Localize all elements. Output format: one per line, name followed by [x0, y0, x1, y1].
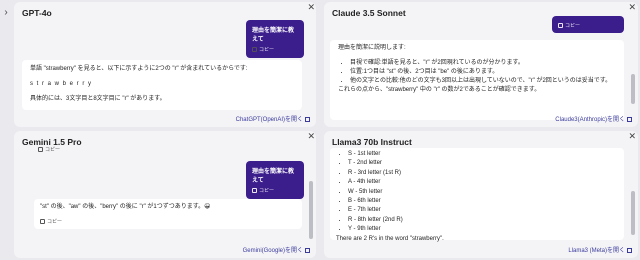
copy-button[interactable]: コピー [558, 22, 618, 29]
answer-conclusion: There are 2 R's in the word "strawberry"… [336, 235, 444, 242]
assistant-message: 理由を簡潔に説明します: 目視で確認:単語を見ると、"r" が2回現れているのが… [330, 40, 624, 120]
assistant-message: S - 1st letter T - 2nd letter R - 3rd le… [330, 148, 624, 242]
copy-icon [558, 23, 563, 28]
user-message: コピー [552, 16, 624, 33]
answer-list: S - 1st letter T - 2nd letter R - 3rd le… [336, 150, 618, 235]
assistant-message: "st" の後、"aw" の後、"berry" の後に "r" が1つずつありま… [34, 199, 302, 229]
external-link-icon [305, 117, 310, 122]
answer-line: s t r a w b e r r y [30, 81, 93, 87]
open-chatgpt-link[interactable]: ChatGPT(OpenAI)を開く [236, 114, 310, 123]
assistant-message: 単語 "strawberry" を見ると、以下に示すように2つの "r" が含ま… [22, 60, 302, 110]
answer-line: 具体的には、3文字目と8文字目に "r" があります。 [30, 96, 166, 102]
list-item: 他の文字との比較:他のどの文字も3回以上は出現していないので、"r" が2回とい… [350, 77, 616, 86]
panel-gemini: Gemini 1.5 Pro ✕ コピー 理由を簡潔に教えて コピー "st" … [14, 131, 316, 258]
list-item: W - 5th letter [348, 188, 618, 197]
close-icon[interactable]: ✕ [628, 131, 636, 141]
panel-claude: Claude 3.5 Sonnet ✕ コピー 理由を簡潔に説明します: 目視で… [324, 2, 638, 127]
copy-icon [38, 147, 43, 152]
list-item: R - 3rd letter (1st R) [348, 169, 618, 178]
open-llama-link[interactable]: Llama3 (Meta)を開く [568, 245, 632, 254]
panel-title: Llama3 70b Instruct [332, 137, 412, 147]
user-message-text: 理由を簡潔に教えて [252, 169, 295, 184]
list-item: Y - 9th letter [348, 225, 618, 234]
list-item: R - 8th letter (2nd R) [348, 216, 618, 225]
chevron-right-icon: › [4, 6, 8, 18]
copy-icon [40, 219, 45, 224]
expand-sidebar-button[interactable]: › [0, 0, 12, 24]
answer-list: 目視で確認:単語を見ると、"r" が2回現れているのが分かります。 位置:1つ目… [338, 59, 616, 86]
panel-title: Claude 3.5 Sonnet [332, 8, 406, 18]
copy-button[interactable]: コピー [252, 46, 298, 53]
scrollbar[interactable] [309, 181, 313, 239]
user-message: 理由を簡潔に教えて コピー [246, 161, 304, 199]
answer-intro: 理由を簡潔に説明します: [338, 45, 406, 51]
list-item: T - 2nd letter [348, 159, 618, 168]
answer-conclusion: これらの点から、"strawberry" 中の "r" の数が2であることが確認… [338, 87, 541, 93]
copy-icon [252, 47, 257, 52]
close-icon[interactable]: ✕ [307, 131, 315, 141]
scrollbar[interactable] [631, 191, 635, 235]
copy-icon [252, 188, 257, 193]
open-claude-link[interactable]: Claude3(Anthropic)を開く [555, 114, 632, 123]
list-item: 目視で確認:単語を見ると、"r" が2回現れているのが分かります。 [350, 59, 616, 68]
list-item: A - 4th letter [348, 178, 618, 187]
panel-llama: Llama3 70b Instruct ✕ S - 1st letter T -… [324, 131, 638, 258]
list-item: E - 7th letter [348, 206, 618, 215]
copy-button[interactable]: コピー [40, 218, 296, 227]
panel-title: GPT-4o [22, 8, 52, 18]
close-icon[interactable]: ✕ [628, 2, 636, 12]
list-item: 位置:1つ目は "st" の後、2つ目は "be" の後にあります。 [350, 68, 616, 77]
user-message: 理由を簡潔に教えて コピー [246, 20, 304, 58]
copy-button[interactable]: コピー [252, 187, 298, 194]
answer-text: "st" の後、"aw" の後、"berry" の後に "r" が1つずつありま… [40, 204, 211, 210]
scrollbar[interactable] [631, 74, 635, 104]
panel-gpt4o: GPT-4o ✕ 理由を簡潔に教えて コピー 単語 "strawberry" を… [14, 2, 316, 127]
open-gemini-link[interactable]: Gemini(Google)を開く [243, 245, 310, 254]
user-message-text: 理由を簡潔に教えて [252, 28, 295, 43]
external-link-icon [627, 248, 632, 253]
copy-button[interactable]: コピー [38, 146, 60, 153]
list-item: B - 6th letter [348, 197, 618, 206]
external-link-icon [305, 248, 310, 253]
close-icon[interactable]: ✕ [307, 2, 315, 12]
answer-line: 単語 "strawberry" を見ると、以下に示すように2つの "r" が含ま… [30, 66, 248, 72]
external-link-icon [627, 117, 632, 122]
list-item: S - 1st letter [348, 150, 618, 159]
